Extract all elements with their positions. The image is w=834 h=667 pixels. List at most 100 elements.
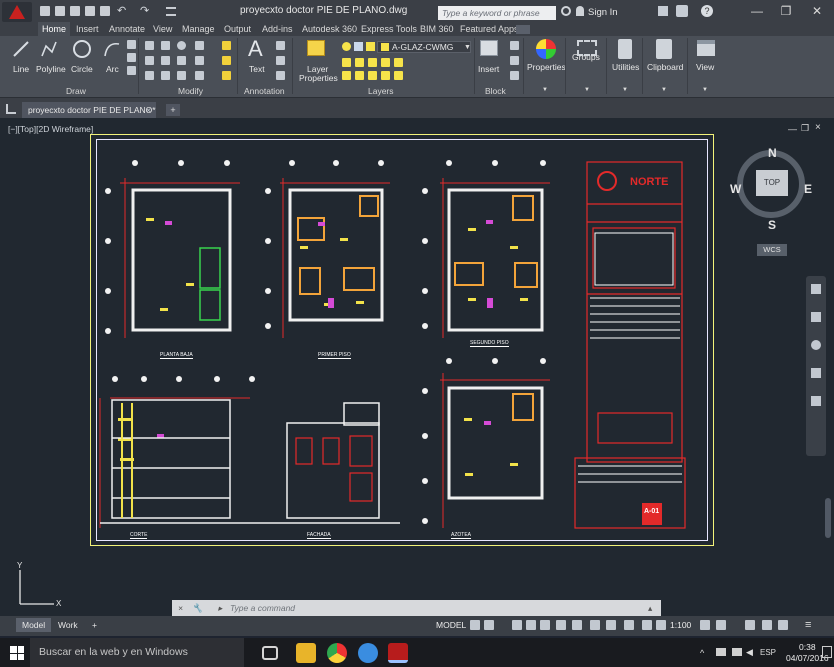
annotation-monitor-icon[interactable]	[716, 620, 726, 630]
layer-lock-icon[interactable]	[366, 42, 375, 51]
isolate-objects-icon[interactable]	[745, 620, 755, 630]
mirror-icon[interactable]	[161, 56, 170, 65]
task-view-icon[interactable]	[262, 646, 278, 660]
tab-express-tools[interactable]: Express Tools	[361, 22, 417, 36]
properties-tool-label[interactable]: Properties	[527, 62, 566, 72]
edit-block-icon[interactable]	[510, 56, 519, 65]
offset-icon[interactable]	[195, 71, 204, 80]
polar-tracking-icon[interactable]	[526, 620, 536, 630]
polyline-icon[interactable]	[40, 40, 58, 58]
clipboard-icon[interactable]	[656, 39, 672, 59]
insert-block-icon[interactable]	[480, 40, 498, 56]
text-a-icon[interactable]: A	[248, 36, 263, 62]
create-block-icon[interactable]	[510, 41, 519, 50]
circle-icon[interactable]	[73, 40, 91, 58]
showmotion-icon[interactable]	[811, 396, 821, 406]
chevron-down-icon[interactable]: ▼	[584, 87, 590, 93]
layer-tool-icon[interactable]	[355, 71, 364, 80]
minimize-button[interactable]: —	[744, 3, 770, 19]
rectangle-icon[interactable]	[127, 40, 136, 49]
action-center-icon[interactable]	[822, 646, 832, 658]
tab-home[interactable]: Home	[38, 22, 71, 36]
wcs-menu[interactable]: WCS	[757, 244, 787, 256]
workspace-switch-icon[interactable]	[700, 620, 710, 630]
tab-view[interactable]: View	[153, 22, 172, 36]
isometric-drafting-icon[interactable]	[540, 620, 550, 630]
undo-icon[interactable]: ↶	[117, 4, 126, 17]
chevron-down-icon[interactable]: ▼	[702, 87, 708, 93]
redo-icon[interactable]: ↷	[140, 4, 149, 17]
maximize-button[interactable]: ❐	[773, 3, 799, 19]
chevron-down-icon[interactable]: ▼	[464, 44, 471, 51]
layer-tool-icon[interactable]	[355, 58, 364, 67]
array-icon[interactable]	[177, 71, 186, 80]
view-tool-label[interactable]: View	[696, 62, 714, 72]
command-input[interactable]: Type a command	[230, 600, 295, 616]
layer-tool-icon[interactable]	[381, 58, 390, 67]
save-icon[interactable]	[70, 6, 80, 16]
transparency-icon[interactable]	[606, 620, 616, 630]
viewcube-top-face[interactable]: TOP	[756, 170, 788, 196]
panel-modify-title[interactable]: Modify	[178, 86, 203, 96]
layout-tab-model[interactable]: Model	[16, 618, 52, 632]
help-icon[interactable]: ?	[701, 5, 713, 17]
object-snap-tracking-icon[interactable]	[556, 620, 566, 630]
block-attribute-icon[interactable]	[510, 71, 519, 80]
stay-connected-icon[interactable]	[676, 5, 688, 17]
compass-south[interactable]: S	[768, 218, 776, 232]
trim-icon[interactable]	[177, 41, 186, 50]
erase-icon[interactable]	[195, 41, 204, 50]
rotate-icon[interactable]	[161, 41, 170, 50]
layer-tool-icon[interactable]	[368, 58, 377, 67]
layer-tool-icon[interactable]	[381, 71, 390, 80]
close-button[interactable]: ✕	[804, 3, 830, 19]
tab-insert[interactable]: Insert	[76, 22, 99, 36]
layer-properties-label-line2[interactable]: Properties	[299, 73, 338, 83]
chevron-down-icon[interactable]: ▼	[661, 87, 667, 93]
scale-icon[interactable]	[161, 71, 170, 80]
tray-language[interactable]: ESP	[760, 648, 776, 657]
layer-freeze-icon[interactable]	[354, 42, 363, 51]
insert-tool-label[interactable]: Insert	[478, 64, 499, 74]
annotation-scale-dropdown[interactable]: 1:100	[670, 620, 691, 630]
chevron-down-icon[interactable]: ▼	[622, 87, 628, 93]
rename-icon[interactable]	[222, 41, 231, 50]
windows-start-icon[interactable]	[10, 646, 24, 660]
customization-menu-icon[interactable]: ≡	[805, 619, 811, 631]
match-icon[interactable]	[222, 56, 231, 65]
document-tab[interactable]: proyecxto doctor PIE DE PLANO* ×	[22, 102, 156, 118]
line-tool-label[interactable]: Line	[13, 64, 29, 74]
layer-properties-icon[interactable]	[307, 40, 325, 56]
compass-east[interactable]: E	[804, 182, 812, 196]
tab-autodesk-360[interactable]: Autodesk 360	[302, 22, 357, 36]
add-layout-button[interactable]: +	[86, 618, 103, 632]
fillet-icon[interactable]	[177, 56, 186, 65]
tray-volume-icon[interactable]: ◀	[746, 647, 753, 658]
groups-tool-label[interactable]: Groups	[572, 52, 600, 62]
browser-app-icon[interactable]	[358, 643, 378, 663]
clipboard-tool-label[interactable]: Clipboard	[647, 62, 683, 72]
sign-in-button[interactable]: Sign In	[588, 7, 618, 18]
command-history-icon[interactable]: ▴	[648, 600, 652, 616]
copy-icon[interactable]	[145, 56, 154, 65]
clean-screen-icon[interactable]	[778, 620, 788, 630]
leader-icon[interactable]	[276, 56, 285, 65]
autocad-app-button[interactable]	[2, 2, 32, 22]
explode-icon[interactable]	[195, 56, 204, 65]
text-tool-label[interactable]: Text	[249, 64, 265, 74]
move-icon[interactable]	[145, 41, 154, 50]
polyline-tool-label[interactable]: Polyline	[36, 64, 66, 74]
calculator-icon[interactable]	[618, 39, 632, 59]
panel-annotation-title[interactable]: Annotation	[244, 86, 285, 96]
annotation-visibility-icon[interactable]	[624, 620, 634, 630]
line-icon[interactable]	[12, 40, 30, 58]
snap-mode-icon[interactable]	[484, 620, 494, 630]
utilities-tool-label[interactable]: Utilities	[612, 62, 639, 72]
tab-output[interactable]: Output	[224, 22, 251, 36]
new-file-icon[interactable]	[40, 6, 50, 16]
hardware-acceleration-icon[interactable]	[762, 620, 772, 630]
orbit-icon[interactable]	[811, 368, 821, 378]
chrome-icon[interactable]	[327, 643, 347, 663]
layout-tab-work[interactable]: Work	[52, 618, 84, 632]
search-icon[interactable]	[561, 6, 571, 16]
